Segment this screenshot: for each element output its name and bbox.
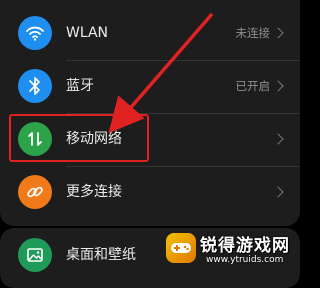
- gamepad-logo-icon: [166, 233, 196, 263]
- watermark-url: www.ytruids.com: [206, 255, 284, 265]
- watermark-title: 锐得游戏网: [200, 236, 290, 256]
- watermark: 锐得游戏网 www.ytruids.com: [166, 231, 296, 273]
